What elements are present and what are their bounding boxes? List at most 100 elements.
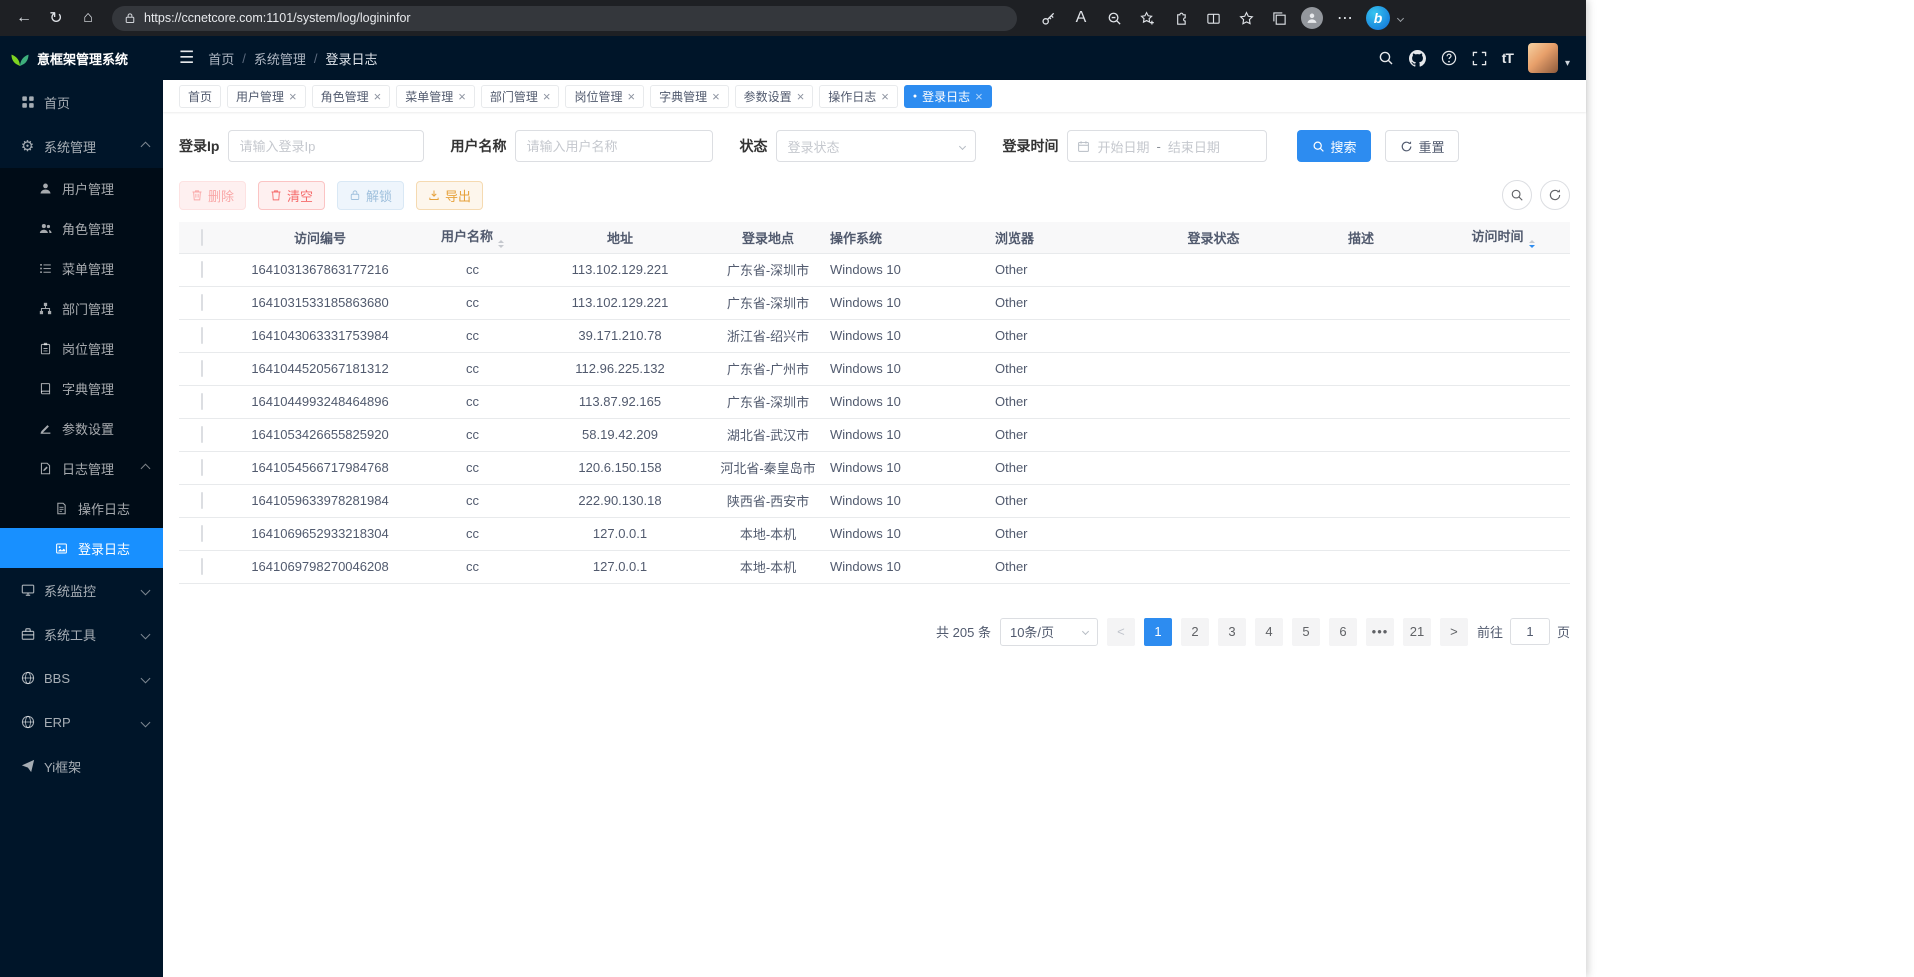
github-icon[interactable]: [1409, 50, 1426, 67]
sidebar-item-login-log[interactable]: 登录日志: [0, 528, 163, 568]
help-icon[interactable]: [1441, 50, 1457, 66]
sidebar-item-log-management[interactable]: 日志管理: [0, 448, 163, 488]
breadcrumb-item[interactable]: 系统管理: [254, 49, 306, 68]
sidebar-item-operation-log[interactable]: 操作日志: [0, 488, 163, 528]
row-checkbox[interactable]: [201, 294, 203, 311]
close-icon[interactable]: ×: [374, 90, 382, 103]
row-checkbox[interactable]: [201, 393, 203, 410]
row-checkbox[interactable]: [201, 426, 203, 443]
password-key-icon[interactable]: [1035, 5, 1061, 31]
export-button[interactable]: 导出: [416, 181, 483, 210]
sidebar-item-menu-management[interactable]: 菜单管理: [0, 248, 163, 288]
row-checkbox[interactable]: [201, 360, 203, 377]
row-checkbox[interactable]: [201, 525, 203, 542]
page-button-4[interactable]: 4: [1255, 618, 1283, 646]
column-time[interactable]: 访问时间: [1436, 222, 1570, 253]
table-refresh-button[interactable]: [1540, 180, 1570, 210]
tab-post-management[interactable]: 岗位管理×: [565, 85, 644, 108]
sidebar-item-dept-management[interactable]: 部门管理: [0, 288, 163, 328]
jump-input[interactable]: [1510, 618, 1550, 645]
select-all-checkbox[interactable]: [201, 229, 203, 246]
sidebar-item-erp[interactable]: ERP: [0, 700, 163, 744]
page-button-3[interactable]: 3: [1218, 618, 1246, 646]
read-aloud-icon[interactable]: A: [1068, 5, 1094, 31]
reload-icon[interactable]: ↻: [42, 4, 70, 32]
page-size-select[interactable]: 10条/页: [1000, 618, 1098, 646]
font-size-icon[interactable]: tT: [1502, 50, 1513, 66]
tab-dept-management[interactable]: 部门管理×: [481, 85, 560, 108]
sidebar-item-post-management[interactable]: 岗位管理: [0, 328, 163, 368]
sort-icon[interactable]: [1529, 240, 1535, 248]
row-checkbox[interactable]: [201, 492, 203, 509]
close-icon[interactable]: ×: [543, 90, 551, 103]
back-icon[interactable]: ←: [10, 4, 38, 32]
tab-menu-management[interactable]: 菜单管理×: [396, 85, 475, 108]
sidebar-item-dict-management[interactable]: 字典管理: [0, 368, 163, 408]
browser-menu-icon[interactable]: ⋯: [1332, 5, 1358, 31]
tab-login-log[interactable]: ●登录日志×: [904, 85, 992, 108]
tab-role-management[interactable]: 角色管理×: [312, 85, 391, 108]
sidebar-item-yi-framework[interactable]: Yi框架: [0, 744, 163, 788]
user-avatar[interactable]: [1528, 43, 1558, 73]
split-screen-icon[interactable]: [1200, 5, 1226, 31]
row-checkbox[interactable]: [201, 558, 203, 575]
close-icon[interactable]: ×: [797, 90, 805, 103]
sidebar-item-home[interactable]: 首页: [0, 80, 163, 124]
close-icon[interactable]: ×: [289, 90, 297, 103]
page-button-21[interactable]: 21: [1403, 618, 1431, 646]
fullscreen-icon[interactable]: [1472, 51, 1487, 66]
tab-param-settings[interactable]: 参数设置×: [735, 85, 814, 108]
browser-profile-avatar[interactable]: [1299, 5, 1325, 31]
more-pages-button[interactable]: •••: [1366, 618, 1394, 646]
tab-operation-log[interactable]: 操作日志×: [819, 85, 898, 108]
tab-dict-management[interactable]: 字典管理×: [650, 85, 729, 108]
sidebar-item-role-management[interactable]: 角色管理: [0, 208, 163, 248]
breadcrumb-item[interactable]: 首页: [208, 49, 234, 68]
sidebar-item-system-tools[interactable]: 系统工具: [0, 612, 163, 656]
prev-page-button[interactable]: <: [1107, 618, 1135, 646]
favorites-icon[interactable]: [1233, 5, 1259, 31]
row-checkbox[interactable]: [201, 261, 203, 278]
sidebar-item-system-management[interactable]: ⚙ 系统管理: [0, 124, 163, 168]
status-select[interactable]: 登录状态: [776, 130, 976, 162]
collapse-sidebar-icon[interactable]: ☰: [179, 48, 194, 68]
page-button-1[interactable]: 1: [1144, 618, 1172, 646]
add-favorite-icon[interactable]: [1134, 5, 1160, 31]
search-icon[interactable]: [1378, 50, 1394, 66]
browser-home-icon[interactable]: ⌂: [74, 4, 102, 32]
sort-icon[interactable]: [498, 240, 504, 248]
close-icon[interactable]: ×: [881, 90, 889, 103]
sidebar-item-system-monitor[interactable]: 系统监控: [0, 568, 163, 612]
copilot-caret-icon[interactable]: [1397, 14, 1404, 21]
delete-button[interactable]: 删除: [179, 181, 246, 210]
unlock-button[interactable]: 解锁: [337, 181, 404, 210]
row-checkbox[interactable]: [201, 459, 203, 476]
zoom-out-icon[interactable]: [1101, 5, 1127, 31]
tab-user-management[interactable]: 用户管理×: [227, 85, 306, 108]
collections-icon[interactable]: [1266, 5, 1292, 31]
date-range-picker[interactable]: 开始日期 - 结束日期: [1067, 130, 1267, 162]
login-ip-input[interactable]: [228, 130, 424, 162]
page-button-2[interactable]: 2: [1181, 618, 1209, 646]
address-bar[interactable]: https://ccnetcore.com:1101/system/log/lo…: [112, 6, 1017, 31]
row-checkbox[interactable]: [201, 327, 203, 344]
close-icon[interactable]: ×: [627, 90, 635, 103]
close-icon[interactable]: ×: [975, 90, 983, 103]
reset-button[interactable]: 重置: [1385, 130, 1459, 162]
close-icon[interactable]: ×: [712, 90, 720, 103]
sidebar-item-param-settings[interactable]: 参数设置: [0, 408, 163, 448]
extensions-icon[interactable]: [1167, 5, 1193, 31]
table-search-button[interactable]: [1502, 180, 1532, 210]
sidebar-item-bbs[interactable]: BBS: [0, 656, 163, 700]
tab-home[interactable]: 首页: [179, 85, 221, 108]
next-page-button[interactable]: >: [1440, 618, 1468, 646]
close-icon[interactable]: ×: [458, 90, 466, 103]
sidebar-item-user-management[interactable]: 用户管理: [0, 168, 163, 208]
username-input[interactable]: [515, 130, 713, 162]
page-button-5[interactable]: 5: [1292, 618, 1320, 646]
page-button-6[interactable]: 6: [1329, 618, 1357, 646]
copilot-icon[interactable]: b: [1365, 5, 1391, 31]
clear-button[interactable]: 清空: [258, 181, 325, 210]
column-user[interactable]: 用户名称: [415, 222, 530, 253]
search-button[interactable]: 搜索: [1297, 130, 1371, 162]
